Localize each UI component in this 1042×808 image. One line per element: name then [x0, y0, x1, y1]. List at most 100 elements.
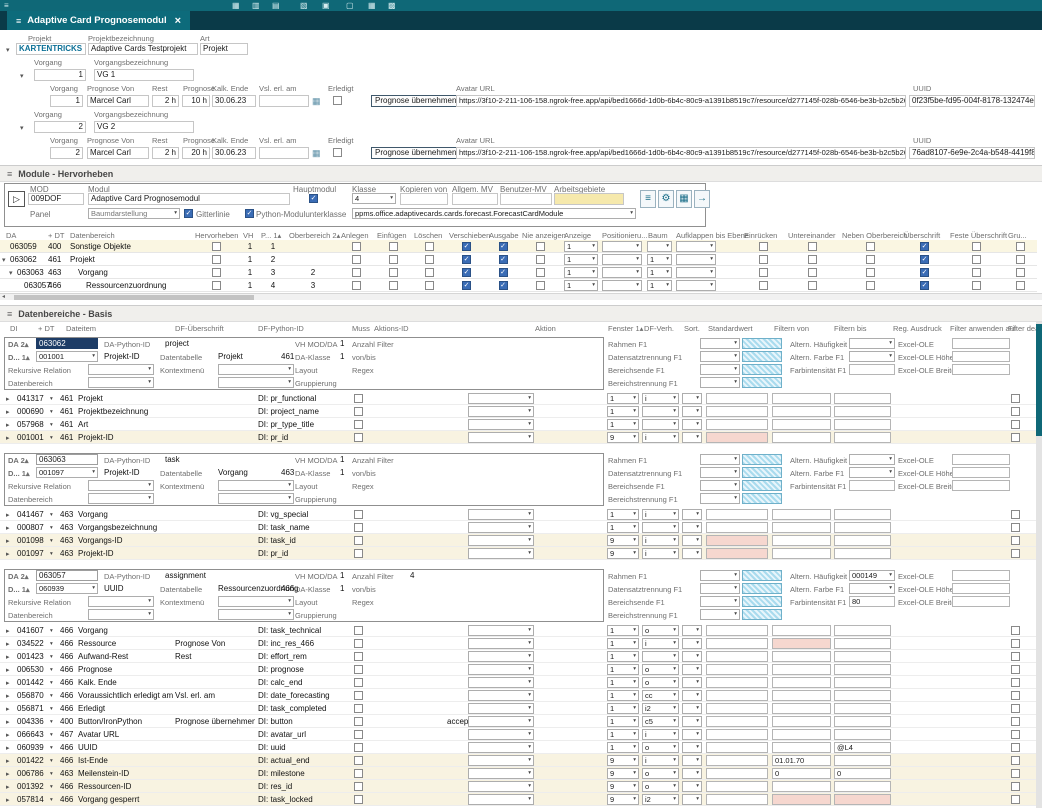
- bereichsende-select[interactable]: ▾: [700, 596, 740, 607]
- rahmen-color-swatch[interactable]: [742, 570, 782, 581]
- filter-deaktiviert-checkbox[interactable]: [1011, 678, 1020, 687]
- vorgang-nr-cell[interactable]: 1: [50, 95, 83, 107]
- collapse-icon[interactable]: ▾: [20, 125, 24, 132]
- expand-icon[interactable]: ▸: [6, 732, 10, 739]
- loeschen-checkbox[interactable]: [425, 255, 434, 264]
- standardwert-input[interactable]: [706, 677, 768, 688]
- fenster-select[interactable]: 9▾: [607, 768, 639, 779]
- filtern-bis-input[interactable]: [834, 509, 891, 520]
- filter-deaktiviert-checkbox[interactable]: [1011, 626, 1020, 635]
- fenster-select[interactable]: 9▾: [607, 794, 639, 805]
- filter-deaktiviert-checkbox[interactable]: [1011, 743, 1020, 752]
- filtern-bis-input[interactable]: [834, 716, 891, 727]
- expand-icon[interactable]: ▸: [6, 422, 10, 429]
- chevron-down-icon[interactable]: ▾: [50, 706, 53, 712]
- standardwert-input[interactable]: [706, 393, 768, 404]
- df-verh-select[interactable]: i▾: [642, 638, 679, 649]
- feste-ueberschrift-checkbox[interactable]: [972, 268, 981, 277]
- fenster-select[interactable]: 1▾: [607, 729, 639, 740]
- aktion-select[interactable]: ▾: [468, 664, 534, 675]
- untereinander-checkbox[interactable]: [808, 255, 817, 264]
- filtern-von-input[interactable]: [772, 548, 831, 559]
- muss-checkbox[interactable]: [354, 795, 363, 804]
- fenster-select[interactable]: 9▾: [607, 781, 639, 792]
- standardwert-input[interactable]: [706, 548, 768, 559]
- nie-anzeigen-checkbox[interactable]: [536, 242, 545, 251]
- expand-icon[interactable]: ▸: [6, 784, 10, 791]
- df-verh-select[interactable]: ▾: [642, 522, 679, 533]
- df-verh-select[interactable]: i▾: [642, 548, 679, 559]
- expand-icon[interactable]: ▸: [6, 745, 10, 752]
- muss-checkbox[interactable]: [354, 782, 363, 791]
- expand-icon[interactable]: ▸: [6, 409, 10, 416]
- vsl-erl-am-cell[interactable]: [259, 147, 309, 159]
- aktion-select[interactable]: ▾: [468, 768, 534, 779]
- muss-checkbox[interactable]: [354, 678, 363, 687]
- altern-farbe-select[interactable]: ▾: [849, 467, 895, 478]
- dateitem-row[interactable]: ▸041467▾463VorgangDI: vg_special▾1▾i▾▾: [0, 508, 1037, 521]
- feste-ueberschrift-checkbox[interactable]: [972, 242, 981, 251]
- muss-checkbox[interactable]: [354, 536, 363, 545]
- erledigt-checkbox[interactable]: [333, 96, 342, 105]
- aktion-select[interactable]: ▾: [468, 548, 534, 559]
- gru-checkbox[interactable]: [1016, 242, 1025, 251]
- expand-icon[interactable]: ▸: [6, 771, 10, 778]
- filtern-bis-input[interactable]: [834, 651, 891, 662]
- view-grid-icon[interactable]: ▦: [232, 1, 240, 10]
- ausgabe-checkbox[interactable]: ✓: [499, 255, 508, 264]
- erledigt-checkbox[interactable]: [333, 148, 342, 157]
- aktion-select[interactable]: ▾: [468, 755, 534, 766]
- expand-icon[interactable]: ▸: [6, 654, 10, 661]
- einfuegen-checkbox[interactable]: [389, 268, 398, 277]
- aufklappen-select[interactable]: ▾: [676, 280, 716, 291]
- filtern-bis-input[interactable]: [834, 638, 891, 649]
- fenster-select[interactable]: 1▾: [607, 742, 639, 753]
- filtern-von-input[interactable]: [772, 716, 831, 727]
- fenster-select[interactable]: 1▾: [607, 677, 639, 688]
- aktion-select[interactable]: ▾: [468, 522, 534, 533]
- expand-icon[interactable]: ▸: [6, 680, 10, 687]
- gitterlinie-checkbox[interactable]: ✓: [184, 209, 193, 218]
- df-verh-select[interactable]: i▾: [642, 432, 679, 443]
- anzeige-select[interactable]: 1▾: [564, 267, 598, 278]
- neben-oberbereich-checkbox[interactable]: [866, 268, 875, 277]
- filtern-von-input[interactable]: [772, 781, 831, 792]
- vorgang-nr-cell[interactable]: 2: [50, 147, 83, 159]
- untereinander-checkbox[interactable]: [808, 281, 817, 290]
- df-verh-select[interactable]: o▾: [642, 768, 679, 779]
- chevron-down-icon[interactable]: ▾: [50, 797, 53, 803]
- anzeige-select[interactable]: 1▾: [564, 280, 598, 291]
- sort-select[interactable]: ▾: [682, 781, 702, 792]
- ausgabe-checkbox[interactable]: ✓: [499, 242, 508, 251]
- bereichsende-select[interactable]: ▾: [700, 364, 740, 375]
- altern-haeufigkeit-select[interactable]: ▾: [849, 454, 895, 465]
- bereichsende-color-swatch[interactable]: [742, 364, 782, 375]
- prognose-cell[interactable]: 20 h: [182, 147, 210, 159]
- standardwert-input[interactable]: [706, 703, 768, 714]
- muss-checkbox[interactable]: [354, 433, 363, 442]
- sort-select[interactable]: ▾: [682, 677, 702, 688]
- aufklappen-select[interactable]: ▾: [676, 254, 716, 265]
- expand-icon[interactable]: ▸: [6, 797, 10, 804]
- filtern-bis-input[interactable]: [834, 535, 891, 546]
- filter-deaktiviert-checkbox[interactable]: [1011, 639, 1020, 648]
- dateitem-row[interactable]: ▸001423▾466Aufwand-RestRestDI: effort_re…: [0, 650, 1037, 663]
- excel-ole-breite-input[interactable]: [952, 364, 1010, 375]
- datensatztrennung-color-swatch[interactable]: [742, 467, 782, 478]
- standardwert-input[interactable]: [706, 742, 768, 753]
- standardwert-input[interactable]: [706, 768, 768, 779]
- aktion-select[interactable]: ▾: [468, 535, 534, 546]
- expand-icon[interactable]: ▸: [6, 525, 10, 532]
- datensatztrennung-select[interactable]: ▾: [700, 351, 740, 362]
- standardwert-input[interactable]: [706, 729, 768, 740]
- run-module-button[interactable]: ▷: [8, 191, 25, 207]
- fenster-select[interactable]: 1▾: [607, 419, 639, 430]
- hervorheben-checkbox[interactable]: [212, 281, 221, 290]
- project-art-cell[interactable]: Projekt: [200, 43, 248, 55]
- fenster-select[interactable]: 1▾: [607, 406, 639, 417]
- dateitem-row[interactable]: ▸041317▾461ProjektDI: pr_functional▾1▾i▾…: [0, 392, 1037, 405]
- dateitem-row[interactable]: ▸001422▾466Ist-EndeDI: actual_end▾9▾i▾▾0…: [0, 754, 1037, 767]
- filtern-von-input[interactable]: [772, 638, 831, 649]
- vorgang-name-cell[interactable]: VG 1: [94, 69, 194, 81]
- df-verh-select[interactable]: o▾: [642, 625, 679, 636]
